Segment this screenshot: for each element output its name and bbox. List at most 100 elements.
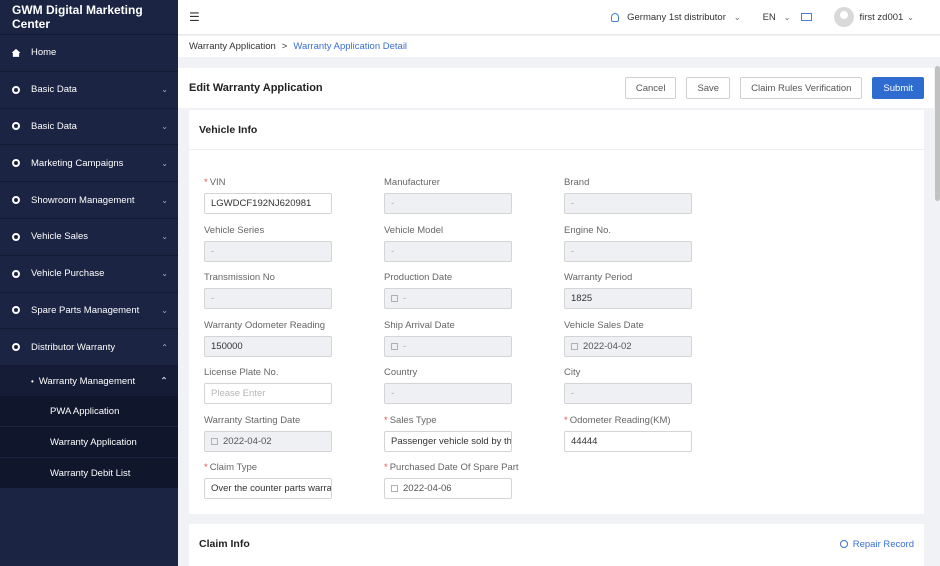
sidebar-item-home[interactable]: Home — [0, 35, 178, 72]
vehicle-model-label: Vehicle Model — [384, 225, 444, 236]
manufacturer-input: - — [384, 193, 512, 214]
vehicle-series-label: Vehicle Series — [204, 225, 265, 236]
chevron-down-icon[interactable]: ⌄ — [907, 13, 914, 22]
brand-input: - — [564, 193, 692, 214]
user-icon — [611, 12, 620, 22]
distributor-selector[interactable]: Germany 1st distributor — [627, 12, 726, 23]
sales-type-field: * Sales Type Passenger vehicle sold by th… — [384, 415, 512, 452]
sidebar-item-label: Showroom Management — [31, 194, 135, 206]
hamburger-menu-icon[interactable]: ☰ — [189, 10, 200, 24]
license-plate-label: License Plate No. — [204, 367, 279, 378]
sidebar-item-label: Marketing Campaigns — [31, 157, 124, 169]
user-name[interactable]: first zd001 — [859, 12, 903, 23]
country-input: - — [384, 383, 512, 404]
sidebar-item-vehicle-purchase[interactable]: Vehicle Purchase ⌄ — [0, 256, 178, 293]
repair-record-label: Repair Record — [852, 538, 914, 550]
breadcrumb-current: Warranty Application Detail — [293, 41, 408, 52]
warranty-period-field: Warranty Period 1825 — [564, 272, 692, 309]
sidebar-subitem-warranty-management[interactable]: • Warranty Management ⌃ — [0, 366, 178, 397]
sidebar-leaf-pwa-application[interactable]: PWA Application — [0, 396, 178, 428]
circle-icon — [12, 269, 20, 278]
bullet-icon: • — [31, 376, 34, 386]
vehicle-sales-date-input: 2022-04-02 — [564, 336, 692, 357]
warranty-start-value: 2022-04-02 — [223, 436, 272, 447]
vehicle-sales-date-field: Vehicle Sales Date 2022-04-02 — [564, 320, 692, 357]
sales-type-select[interactable]: Passenger vehicle sold by the — [384, 431, 512, 452]
calendar-icon — [391, 485, 398, 492]
city-field: City - — [564, 367, 692, 404]
scrollbar[interactable] — [934, 58, 940, 566]
odometer-reading-input[interactable]: 44444 — [564, 431, 692, 452]
claim-info-title: Claim Info — [199, 538, 250, 550]
sidebar-item-spare-parts-management[interactable]: Spare Parts Management ⌄ — [0, 293, 178, 330]
sidebar-item-distributor-warranty[interactable]: Distributor Warranty ⌃ — [0, 329, 178, 367]
breadcrumb-parent[interactable]: Warranty Application — [189, 41, 276, 52]
brand-label: Brand — [564, 177, 590, 188]
vehicle-series-field: Vehicle Series - — [204, 225, 332, 262]
production-date-label: Production Date — [384, 272, 453, 283]
manufacturer-field: Manufacturer - — [384, 177, 512, 214]
warranty-start-field: Warranty Starting Date 2022-04-02 — [204, 415, 332, 452]
brand-field: Brand - — [564, 177, 692, 214]
sidebar-leaf-warranty-debit-list[interactable]: Warranty Debit List — [0, 458, 178, 490]
repair-record-link[interactable]: Repair Record — [839, 524, 914, 564]
sidebar-item-basic-data-2[interactable]: Basic Data ⌄ — [0, 109, 178, 146]
vehicle-sales-date-label: Vehicle Sales Date — [564, 320, 644, 331]
sidebar-leaf-warranty-application[interactable]: Warranty Application — [0, 427, 178, 459]
transmission-no-input: - — [204, 288, 332, 309]
ship-arrival-date-field: Ship Arrival Date - — [384, 320, 512, 357]
city-input: - — [564, 383, 692, 404]
warranty-start-label: Warranty Starting Date — [204, 415, 301, 426]
sidebar-item-label: Home — [31, 47, 57, 59]
claim-rules-verification-button[interactable]: Claim Rules Verification — [740, 77, 863, 99]
chevron-up-icon: ⌃ — [160, 375, 168, 387]
language-selector[interactable]: EN — [763, 12, 776, 23]
chevron-down-icon[interactable]: ⌄ — [734, 13, 741, 22]
page-title: Edit Warranty Application — [189, 82, 323, 94]
required-marker: * — [204, 462, 208, 473]
chevron-down-icon: ⌄ — [161, 85, 168, 95]
sidebar-item-label: Vehicle Purchase — [31, 268, 105, 280]
vin-input[interactable]: LGWDCF192NJ620981 — [204, 193, 332, 214]
claim-type-select[interactable]: Over the counter parts warranty — [204, 478, 332, 499]
sidebar-item-marketing-campaigns[interactable]: Marketing Campaigns ⌄ — [0, 145, 178, 183]
breadcrumb: Warranty Application > Warranty Applicat… — [178, 36, 940, 57]
main-content: Edit Warranty Application Cancel Save Cl… — [178, 58, 940, 566]
save-button[interactable]: Save — [686, 77, 731, 99]
chevron-down-icon: ⌄ — [161, 195, 168, 205]
chevron-down-icon: ⌄ — [161, 305, 168, 315]
production-date-value: - — [403, 293, 407, 304]
circle-icon — [12, 306, 20, 315]
chevron-down-icon[interactable]: ⌄ — [784, 13, 791, 22]
country-field: Country - — [384, 367, 512, 404]
production-date-field: Production Date - — [384, 272, 512, 309]
submit-button[interactable]: Submit — [872, 77, 924, 99]
brand-title: GWM Digital Marketing Center — [0, 0, 178, 35]
vehicle-series-input: - — [204, 241, 332, 262]
sidebar-item-showroom-management[interactable]: Showroom Management ⌄ — [0, 182, 178, 219]
sidebar-item-label: Spare Parts Management — [31, 304, 140, 316]
purchased-date-input[interactable]: 2022-04-06 — [384, 478, 512, 499]
sidebar-item-label: Distributor Warranty — [31, 341, 116, 353]
circle-icon — [12, 122, 20, 131]
warranty-odometer-input: 150000 — [204, 336, 332, 357]
sidebar-item-basic-data-1[interactable]: Basic Data ⌄ — [0, 72, 178, 109]
chevron-down-icon: ⌄ — [161, 232, 168, 242]
mail-icon[interactable] — [801, 13, 813, 21]
cancel-button[interactable]: Cancel — [624, 77, 677, 99]
ship-arrival-date-value: - — [403, 341, 407, 352]
vehicle-sales-date-value: 2022-04-02 — [583, 341, 632, 352]
sidebar-item-vehicle-sales[interactable]: Vehicle Sales ⌄ — [0, 219, 178, 256]
engine-no-label: Engine No. — [564, 225, 612, 236]
scrollbar-thumb[interactable] — [935, 66, 940, 201]
sidebar-subitem-label: Warranty Management — [38, 375, 136, 387]
claim-type-field: * Claim Type Over the counter parts warra… — [204, 462, 332, 499]
chevron-down-icon: ⌄ — [161, 158, 168, 168]
manufacturer-label: Manufacturer — [384, 177, 440, 188]
license-plate-input[interactable]: Please Enter — [204, 383, 332, 404]
warranty-odometer-label: Warranty Odometer Reading — [204, 320, 326, 331]
city-label: City — [564, 367, 581, 378]
required-marker: * — [384, 415, 388, 426]
sidebar-item-label: Basic Data — [31, 84, 77, 96]
avatar[interactable] — [834, 7, 855, 27]
